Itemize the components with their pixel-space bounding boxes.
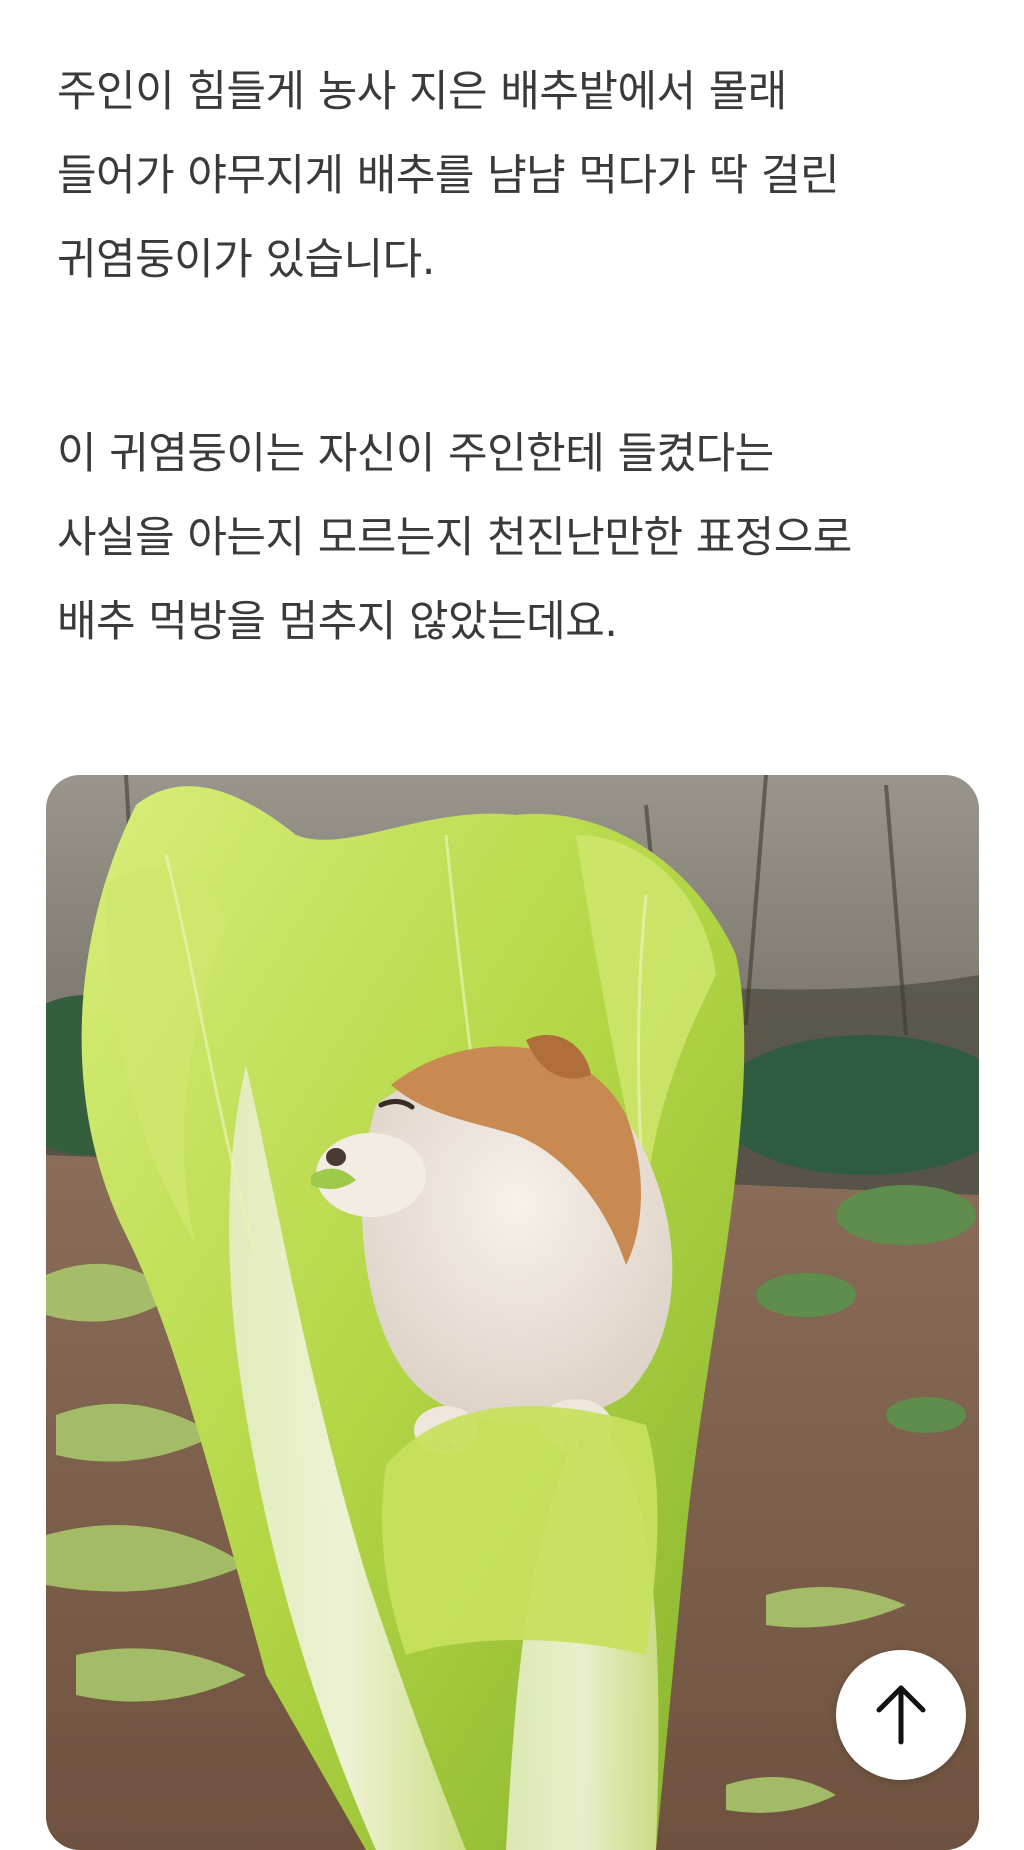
article-paragraph: 이 귀염둥이는 자신이 주인한테 들켰다는 사실을 아는지 모르는지 천진난만한…	[57, 412, 987, 664]
paragraph-line: 사실을 아는지 모르는지 천진난만한 표정으로	[57, 513, 852, 563]
article-paragraph: 주인이 힘들게 농사 지은 배추밭에서 몰래 들어가 야무지게 배추를 냠냠 먹…	[57, 50, 987, 302]
article-body: 주인이 힘들게 농사 지은 배추밭에서 몰래 들어가 야무지게 배추를 냠냠 먹…	[0, 0, 1024, 1850]
paragraph-line: 배추 먹방을 멈추지 않았는데요.	[57, 597, 618, 647]
paragraph-line: 귀염둥이가 있습니다.	[57, 235, 435, 285]
puppy-cabbage-illustration	[46, 775, 979, 1850]
scroll-to-top-button[interactable]	[836, 1650, 966, 1780]
article-photo	[46, 775, 979, 1850]
paragraph-line: 들어가 야무지게 배추를 냠냠 먹다가 딱 걸린	[57, 151, 840, 201]
paragraph-line: 주인이 힘들게 농사 지은 배추밭에서 몰래	[57, 67, 787, 117]
paragraph-line: 이 귀염둥이는 자신이 주인한테 들켰다는	[57, 429, 774, 479]
arrow-up-icon	[876, 1685, 926, 1745]
